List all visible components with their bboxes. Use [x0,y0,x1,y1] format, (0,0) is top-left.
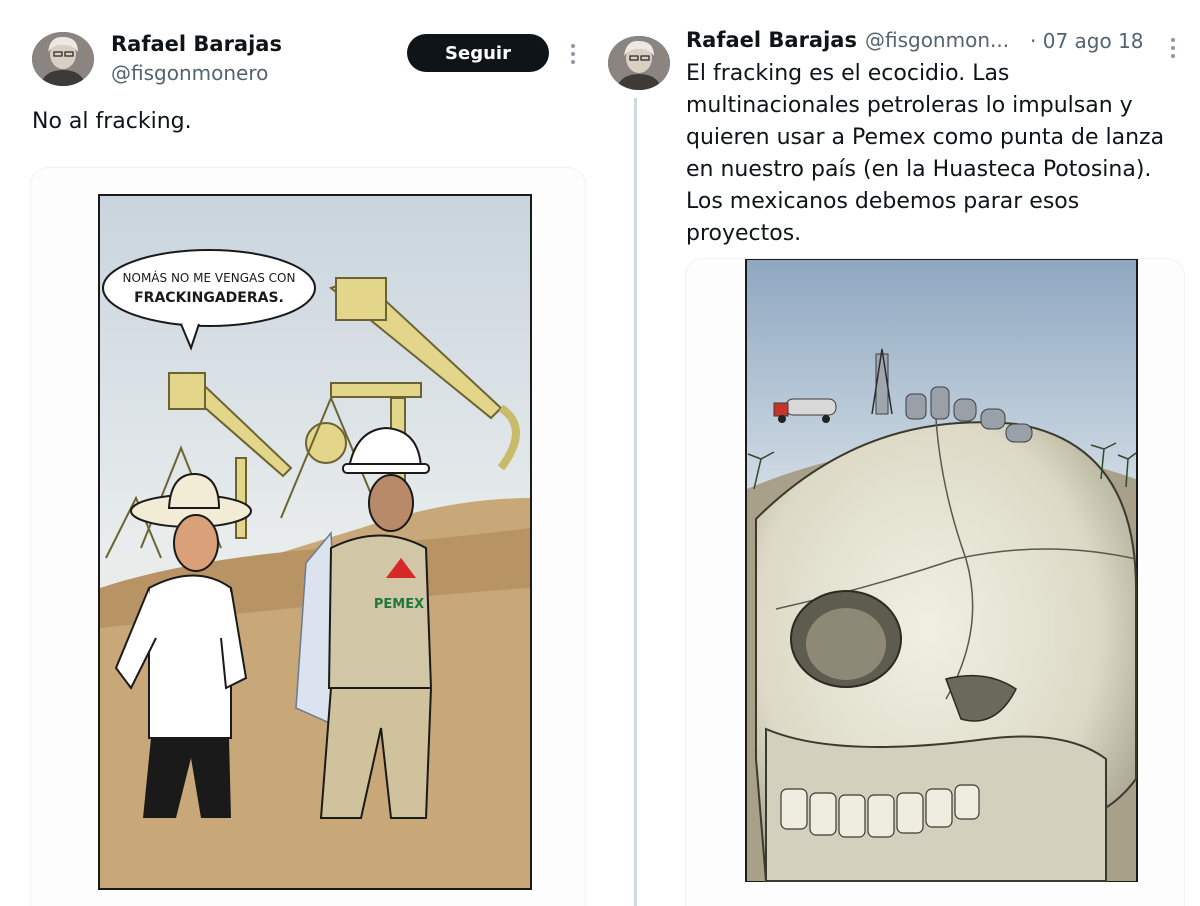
tweet-media-card[interactable] [685,258,1185,906]
speech-bubble-line1: NOMÁS NO ME VENGAS CON [123,270,296,285]
skull-drawing [755,418,1137,882]
more-options-icon[interactable] [566,40,580,68]
cartoon-skull-image [745,259,1138,882]
avatar-photo-icon [608,36,670,90]
tweet-text: El fracking es el ecocidio. Las multinac… [686,58,1186,250]
tweet-text: No al fracking. [32,109,192,134]
tweet-text-line: quieren usar a Pemex como punta de lanza [686,125,1165,150]
author-name[interactable]: Rafael Barajas [686,28,857,52]
author-avatar[interactable] [608,36,670,90]
author-handle[interactable]: @fisgonmon... [865,28,1009,52]
tweet-date[interactable]: · 07 ago 18 [1030,29,1144,53]
avatar-photo-icon [32,32,94,86]
speech-bubble-line2: FRACKINGADERAS. [134,290,284,306]
follow-button[interactable]: Seguir [407,34,549,72]
thread-connector-line [634,98,637,906]
tweet-text-line: Los mexicanos debemos parar esos [686,189,1080,214]
author-name[interactable]: Rafael Barajas [111,32,282,56]
tweet-media-card[interactable]: NOMÁS NO ME VENGAS CON FRACKINGADERAS. P… [30,167,586,906]
cartoon-fracking-image: NOMÁS NO ME VENGAS CON FRACKINGADERAS. P… [98,194,532,890]
tweet-text-line: multinacionales petroleras lo impulsan y [686,93,1133,118]
tweet-text-line: proyectos. [686,221,802,246]
author-avatar[interactable] [32,32,94,86]
tweet-text-line: El fracking es el ecocidio. Las [686,61,1010,86]
author-handle[interactable]: @fisgonmonero [111,61,268,85]
tweet-text-line: en nuestro país (en la Huasteca Potosina… [686,157,1152,182]
tweet-right: Rafael Barajas @fisgonmon... · 07 ago 18… [600,0,1200,906]
tweet-left: Rafael Barajas @fisgonmonero Seguir No a… [0,0,600,906]
pemex-logo-text: PEMEX [374,597,424,612]
